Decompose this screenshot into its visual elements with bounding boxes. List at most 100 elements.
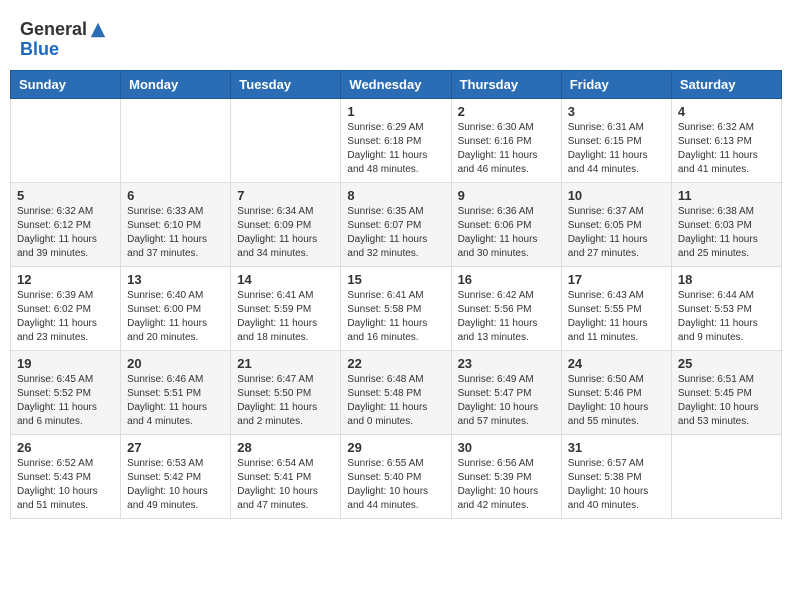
day-info: Sunrise: 6:30 AM Sunset: 6:16 PM Dayligh… [458,121,555,177]
day-of-week-header: Monday [121,70,231,98]
calendar-cell: 25Sunrise: 6:51 AM Sunset: 5:45 PM Dayli… [671,350,781,434]
day-of-week-header: Thursday [451,70,561,98]
day-info: Sunrise: 6:51 AM Sunset: 5:45 PM Dayligh… [678,373,775,429]
page-header: General Blue [10,10,782,65]
calendar-cell: 29Sunrise: 6:55 AM Sunset: 5:40 PM Dayli… [341,434,451,518]
calendar-cell: 3 Sunrise: 6:31 AM Sunset: 6:15 PM Daylig… [561,98,671,182]
calendar-cell: 18 Sunrise: 6:44 AM Sunset: 5:53 PM Dayli… [671,266,781,350]
calendar-cell: 26Sunrise: 6:52 AM Sunset: 5:43 PM Dayli… [11,434,121,518]
day-number: 14 [237,272,334,287]
day-number: 10 [568,188,665,203]
day-number: 7 [237,188,334,203]
day-info: Sunrise: 6:33 AM Sunset: 6:10 PM Dayligh… [127,205,224,261]
day-number: 5 [17,188,114,203]
calendar-cell: 20 Sunrise: 6:46 AM Sunset: 5:51 PM Dayli… [121,350,231,434]
day-info: Sunrise: 6:44 AM Sunset: 5:53 PM Dayligh… [678,289,775,345]
calendar-cell: 22Sunrise: 6:48 AM Sunset: 5:48 PM Dayli… [341,350,451,434]
calendar-cell: 1 Sunrise: 6:29 AM Sunset: 6:18 PM Daylig… [341,98,451,182]
calendar-cell [121,98,231,182]
day-info: Sunrise: 6:40 AM Sunset: 6:00 PM Dayligh… [127,289,224,345]
calendar-cell: 10 Sunrise: 6:37 AM Sunset: 6:05 PM Dayli… [561,182,671,266]
day-info: Sunrise: 6:39 AM Sunset: 6:02 PM Dayligh… [17,289,114,345]
calendar-cell: 23 Sunrise: 6:49 AM Sunset: 5:47 PM Dayli… [451,350,561,434]
day-info: Sunrise: 6:35 AM Sunset: 6:07 PM Dayligh… [347,205,444,261]
day-number: 30 [458,440,555,455]
day-number: 29 [347,440,444,455]
day-info: Sunrise: 6:53 AM Sunset: 5:42 PM Dayligh… [127,457,224,513]
day-info: Sunrise: 6:38 AM Sunset: 6:03 PM Dayligh… [678,205,775,261]
day-info: Sunrise: 6:36 AM Sunset: 6:06 PM Dayligh… [458,205,555,261]
calendar-cell: 24 Sunrise: 6:50 AM Sunset: 5:46 PM Dayli… [561,350,671,434]
day-info: Sunrise: 6:37 AM Sunset: 6:05 PM Dayligh… [568,205,665,261]
day-number: 17 [568,272,665,287]
logo-blue: Blue [20,39,59,59]
day-info: Sunrise: 6:41 AM Sunset: 5:59 PM Dayligh… [237,289,334,345]
logo-icon [89,21,107,39]
calendar-cell: 28 Sunrise: 6:54 AM Sunset: 5:41 PM Dayli… [231,434,341,518]
day-number: 24 [568,356,665,371]
calendar-cell: 27 Sunrise: 6:53 AM Sunset: 5:42 PM Dayli… [121,434,231,518]
day-info: Sunrise: 6:50 AM Sunset: 5:46 PM Dayligh… [568,373,665,429]
calendar-cell: 21 Sunrise: 6:47 AM Sunset: 5:50 PM Dayli… [231,350,341,434]
day-number: 23 [458,356,555,371]
day-number: 3 [568,104,665,119]
day-number: 4 [678,104,775,119]
calendar-cell: 7 Sunrise: 6:34 AM Sunset: 6:09 PM Daylig… [231,182,341,266]
day-number: 22 [347,356,444,371]
day-number: 11 [678,188,775,203]
day-number: 26 [17,440,114,455]
day-info: Sunrise: 6:42 AM Sunset: 5:56 PM Dayligh… [458,289,555,345]
day-number: 18 [678,272,775,287]
day-info: Sunrise: 6:31 AM Sunset: 6:15 PM Dayligh… [568,121,665,177]
day-info: Sunrise: 6:32 AM Sunset: 6:12 PM Dayligh… [17,205,114,261]
calendar-cell: 15 Sunrise: 6:41 AM Sunset: 5:58 PM Dayli… [341,266,451,350]
calendar-cell: 17 Sunrise: 6:43 AM Sunset: 5:55 PM Dayli… [561,266,671,350]
day-info: Sunrise: 6:54 AM Sunset: 5:41 PM Dayligh… [237,457,334,513]
calendar-cell: 5 Sunrise: 6:32 AM Sunset: 6:12 PM Daylig… [11,182,121,266]
calendar-cell [671,434,781,518]
calendar-cell: 6 Sunrise: 6:33 AM Sunset: 6:10 PM Daylig… [121,182,231,266]
day-info: Sunrise: 6:56 AM Sunset: 5:39 PM Dayligh… [458,457,555,513]
day-info: Sunrise: 6:46 AM Sunset: 5:51 PM Dayligh… [127,373,224,429]
day-info: Sunrise: 6:49 AM Sunset: 5:47 PM Dayligh… [458,373,555,429]
day-info: Sunrise: 6:57 AM Sunset: 5:38 PM Dayligh… [568,457,665,513]
day-info: Sunrise: 6:34 AM Sunset: 6:09 PM Dayligh… [237,205,334,261]
day-number: 8 [347,188,444,203]
logo-general: General [20,19,87,39]
day-number: 20 [127,356,224,371]
day-number: 27 [127,440,224,455]
day-of-week-header: Saturday [671,70,781,98]
calendar-cell: 2 Sunrise: 6:30 AM Sunset: 6:16 PM Daylig… [451,98,561,182]
day-info: Sunrise: 6:47 AM Sunset: 5:50 PM Dayligh… [237,373,334,429]
calendar-table: SundayMondayTuesdayWednesdayThursdayFrid… [10,70,782,519]
day-of-week-header: Sunday [11,70,121,98]
day-number: 2 [458,104,555,119]
day-info: Sunrise: 6:43 AM Sunset: 5:55 PM Dayligh… [568,289,665,345]
calendar-cell: 8 Sunrise: 6:35 AM Sunset: 6:07 PM Daylig… [341,182,451,266]
day-number: 13 [127,272,224,287]
day-number: 9 [458,188,555,203]
day-number: 15 [347,272,444,287]
day-of-week-header: Tuesday [231,70,341,98]
calendar-cell: 4 Sunrise: 6:32 AM Sunset: 6:13 PM Daylig… [671,98,781,182]
day-of-week-header: Wednesday [341,70,451,98]
calendar-cell: 11 Sunrise: 6:38 AM Sunset: 6:03 PM Dayli… [671,182,781,266]
day-number: 6 [127,188,224,203]
calendar-cell: 12 Sunrise: 6:39 AM Sunset: 6:02 PM Dayli… [11,266,121,350]
day-info: Sunrise: 6:29 AM Sunset: 6:18 PM Dayligh… [347,121,444,177]
day-number: 12 [17,272,114,287]
day-number: 21 [237,356,334,371]
calendar-cell: 31 Sunrise: 6:57 AM Sunset: 5:38 PM Dayli… [561,434,671,518]
logo: General Blue [20,20,107,60]
day-number: 31 [568,440,665,455]
day-number: 1 [347,104,444,119]
calendar-cell: 9 Sunrise: 6:36 AM Sunset: 6:06 PM Daylig… [451,182,561,266]
day-info: Sunrise: 6:32 AM Sunset: 6:13 PM Dayligh… [678,121,775,177]
calendar-cell: 30 Sunrise: 6:56 AM Sunset: 5:39 PM Dayli… [451,434,561,518]
day-info: Sunrise: 6:41 AM Sunset: 5:58 PM Dayligh… [347,289,444,345]
calendar-cell: 19Sunrise: 6:45 AM Sunset: 5:52 PM Dayli… [11,350,121,434]
day-number: 28 [237,440,334,455]
calendar-cell [231,98,341,182]
day-of-week-header: Friday [561,70,671,98]
day-number: 16 [458,272,555,287]
